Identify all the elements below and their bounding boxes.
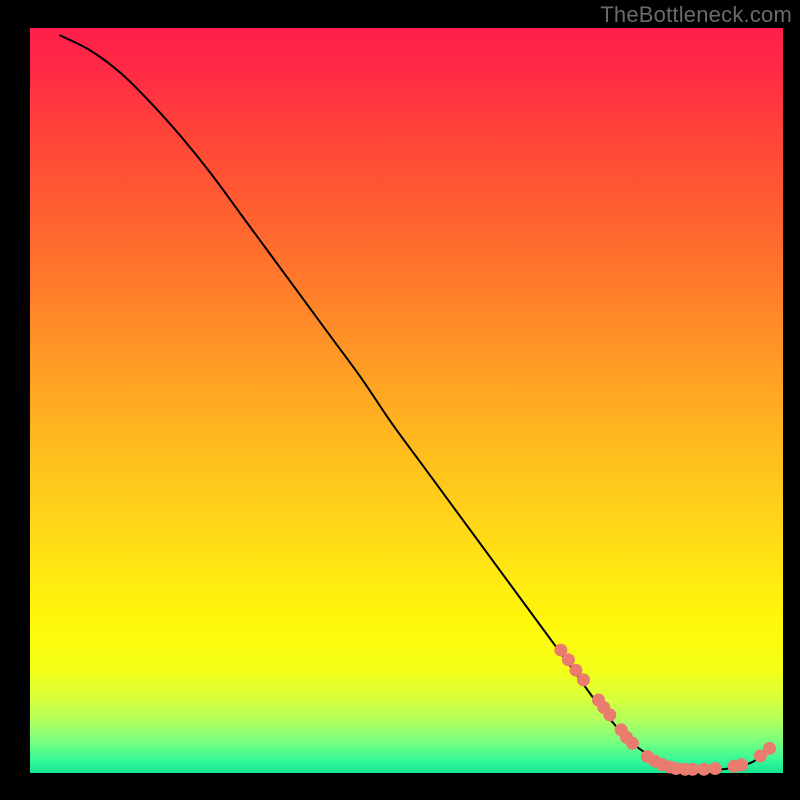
chart-frame: TheBottleneck.com [0,0,800,800]
data-marker [709,762,722,775]
gradient-background [30,28,783,773]
data-marker [562,653,575,666]
data-marker [735,758,748,771]
data-marker [626,737,639,750]
data-marker [697,763,710,776]
watermark-text: TheBottleneck.com [600,2,792,28]
data-marker [577,673,590,686]
data-marker [686,763,699,776]
chart-canvas [0,0,800,800]
data-marker [763,742,776,755]
data-marker [603,708,616,721]
